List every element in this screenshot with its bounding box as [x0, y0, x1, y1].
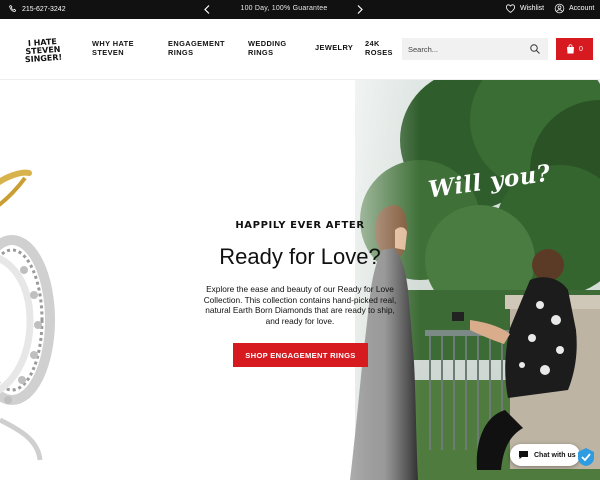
hero-description: Explore the ease and beauty of our Ready…	[203, 284, 397, 326]
support-badge-icon[interactable]	[576, 447, 596, 467]
phone-icon	[9, 5, 17, 13]
shopping-bag-icon	[567, 44, 575, 54]
user-icon	[554, 3, 565, 14]
shop-engagement-rings-button[interactable]: SHOP ENGAGEMENT RINGS	[233, 343, 368, 367]
account-label: Account	[569, 5, 595, 12]
ring-product-image	[0, 169, 55, 461]
search-icon[interactable]	[529, 43, 541, 55]
search-box	[402, 38, 548, 60]
hero-background-image	[0, 80, 600, 480]
announcement-bar: 215-627-3242 100 Day, 100% Guarantee Wis…	[0, 0, 600, 19]
heart-icon	[505, 4, 516, 13]
site-logo[interactable]: I HATE STEVEN SINGER!	[5, 36, 80, 65]
chat-widget-button[interactable]: Chat with us	[510, 444, 580, 466]
chat-bubble-icon	[519, 451, 528, 459]
chevron-right-icon	[357, 4, 363, 14]
site-header: I HATE STEVEN SINGER! WHY HATE STEVEN EN…	[0, 19, 600, 80]
chevron-left-icon	[204, 4, 210, 14]
wishlist-link[interactable]: Wishlist	[505, 3, 544, 14]
nav-24k-roses[interactable]: 24K ROSES	[365, 39, 397, 57]
promo-prev-button[interactable]	[202, 3, 212, 15]
cart-count: 0	[579, 45, 583, 53]
account-link[interactable]: Account	[554, 3, 594, 14]
hero-tagline: HAPPILY EVER AFTER	[235, 220, 365, 231]
wishlist-label: Wishlist	[520, 5, 545, 12]
promo-message[interactable]: 100 Day, 100% Guarantee	[215, 5, 353, 12]
page: 215-627-3242 100 Day, 100% Guarantee Wis…	[0, 0, 600, 480]
hero-banner: Will you? HAPPILY EVER AFTER Ready for L…	[0, 80, 600, 480]
nav-jewelry[interactable]: JEWELRY	[315, 43, 355, 53]
phone-link[interactable]: 215-627-3242	[8, 4, 66, 14]
search-input[interactable]	[402, 44, 522, 54]
nav-engagement-rings[interactable]: ENGAGEMENT RINGS	[168, 39, 236, 57]
chat-label: Chat with us	[534, 451, 576, 459]
nav-why-hate-steven[interactable]: WHY HATE STEVEN	[92, 39, 152, 57]
nav-wedding-rings[interactable]: WEDDING RINGS	[248, 39, 298, 57]
hero-title: Ready for Love?	[219, 244, 381, 269]
cart-button[interactable]: 0	[556, 38, 593, 60]
promo-next-button[interactable]	[355, 3, 365, 15]
phone-number: 215-627-3242	[22, 5, 66, 13]
